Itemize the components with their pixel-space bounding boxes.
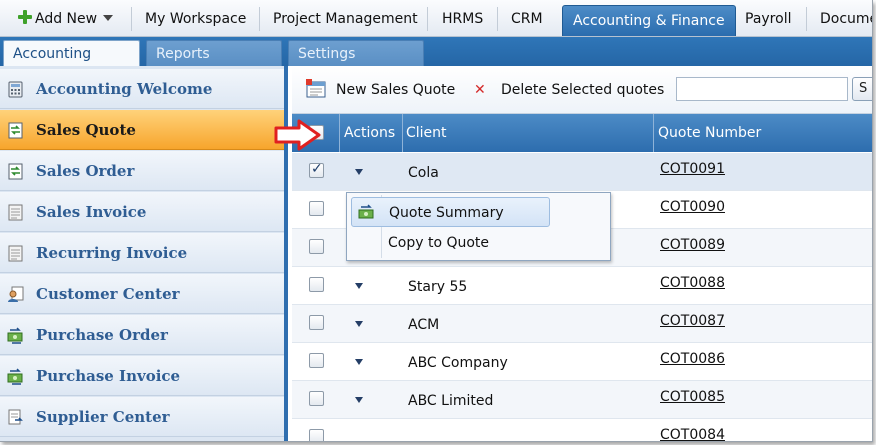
callout-arrow-icon <box>274 119 321 151</box>
chevron-down-icon <box>103 15 114 21</box>
quote-number-link[interactable]: COT0087 <box>660 305 725 343</box>
document-icon <box>8 204 23 221</box>
sidebar-item-purchase-order[interactable]: Purchase Order <box>0 315 284 355</box>
money-arrows-icon <box>358 204 374 219</box>
client-cell: ABC Limited <box>408 393 494 409</box>
sidebar-item-sales-quote[interactable]: Sales Quote <box>0 110 284 150</box>
new-document-icon <box>306 79 326 98</box>
app-window: Add New My Workspace Project Management … <box>0 0 873 442</box>
row-checkbox[interactable] <box>309 429 324 441</box>
search-button[interactable]: S <box>852 77 872 101</box>
divider <box>427 7 428 31</box>
actions-dropdown-icon[interactable] <box>355 359 363 365</box>
sidebar-item-accounting-welcome[interactable]: Accounting Welcome <box>0 69 284 109</box>
plus-icon <box>17 9 33 25</box>
actions-dropdown-icon[interactable] <box>355 321 363 327</box>
client-cell: Cola <box>408 165 439 181</box>
sidebar-item-sales-invoice[interactable]: Sales Invoice <box>0 192 284 232</box>
row-checkbox[interactable] <box>309 201 324 216</box>
client-cell: ABC Company <box>408 355 508 371</box>
document-arrows-icon <box>8 163 23 180</box>
divider <box>497 7 498 31</box>
sidebar-item-label: Sales Quote <box>36 121 136 139</box>
calculator-icon <box>8 81 23 98</box>
sidebar-item-supplier-center[interactable]: Supplier Center <box>0 397 284 437</box>
column-header-quote-number[interactable]: Quote Number <box>658 114 761 152</box>
sidebar: Accounting Welcome Sales Quote Sales Ord… <box>0 66 288 441</box>
sidebar-item-label: Recurring Invoice <box>36 244 188 262</box>
money-arrows-icon <box>7 327 23 344</box>
customer-icon <box>8 286 24 302</box>
row-checkbox[interactable] <box>309 161 324 178</box>
menu-item-copy-to-quote[interactable]: Copy to Quote <box>351 228 550 258</box>
toolbar: New Sales Quote ✕ Delete Selected quotes… <box>292 66 872 114</box>
actions-dropdown-icon[interactable] <box>355 283 363 289</box>
column-header-client[interactable]: Client <box>406 114 447 152</box>
sidebar-item-label: Purchase Order <box>36 326 168 344</box>
row-checkbox[interactable] <box>309 391 324 406</box>
quote-number-link[interactable]: COT0091 <box>660 153 725 191</box>
table-row[interactable]: ABC Company COT0086 <box>292 343 872 381</box>
table-row[interactable]: ACM COT0087 <box>292 305 872 343</box>
divider <box>806 7 807 31</box>
tab-documents[interactable]: Docume <box>820 0 872 36</box>
divider <box>259 7 260 31</box>
sidebar-item-label: Sales Order <box>36 162 135 180</box>
money-arrows-icon <box>7 368 23 385</box>
divider <box>402 114 403 152</box>
tab-settings[interactable]: Settings <box>288 40 424 66</box>
sidebar-item-label: Accounting Welcome <box>36 80 213 98</box>
table-row[interactable]: ABC Limited COT0085 <box>292 381 872 419</box>
tab-reports[interactable]: Reports <box>146 40 282 66</box>
sidebar-item-label: Supplier Center <box>36 408 170 426</box>
client-cell: Stary 55 <box>408 279 468 295</box>
divider <box>653 114 654 152</box>
search-input[interactable] <box>676 77 848 101</box>
column-header-actions[interactable]: Actions <box>344 114 395 152</box>
row-checkbox[interactable] <box>309 239 324 254</box>
quote-number-link[interactable]: COT0084 <box>660 419 725 441</box>
table-row[interactable]: COT0084 <box>292 419 872 441</box>
tab-accounting-finance[interactable]: Accounting & Finance <box>562 5 736 36</box>
top-nav: Add New My Workspace Project Management … <box>0 0 872 37</box>
row-checkbox[interactable] <box>309 277 324 292</box>
sidebar-item-sales-order[interactable]: Sales Order <box>0 151 284 191</box>
add-new-button[interactable]: Add New <box>17 0 114 36</box>
sidebar-item-purchase-invoice[interactable]: Purchase Invoice <box>0 356 284 396</box>
delete-x-icon: ✕ <box>474 82 486 98</box>
sidebar-item-label: Sales Invoice <box>36 203 147 221</box>
tab-payroll[interactable]: Payroll <box>745 0 791 36</box>
table-row[interactable]: Stary 55 COT0088 <box>292 267 872 305</box>
sub-tab-bar: Accounting Reports Settings <box>0 37 872 66</box>
tab-hrms[interactable]: HRMS <box>442 0 483 36</box>
divider <box>339 114 340 152</box>
sidebar-item-label: Purchase Invoice <box>36 367 181 385</box>
quote-number-link[interactable]: COT0088 <box>660 267 725 305</box>
grid-header: Actions Client Quote Number <box>292 114 872 152</box>
sidebar-item-label: Customer Center <box>36 285 180 303</box>
actions-popup-menu: Quote Summary Copy to Quote <box>346 192 611 261</box>
actions-dropdown-icon[interactable] <box>355 397 363 403</box>
tab-project-management[interactable]: Project Management <box>273 0 418 36</box>
sidebar-item-customer-center[interactable]: Customer Center <box>0 274 284 314</box>
client-cell: ACM <box>408 317 440 333</box>
table-row[interactable]: Cola COT0091 <box>292 153 872 191</box>
supplier-icon <box>8 409 24 426</box>
document-icon <box>8 245 23 262</box>
quote-number-link[interactable]: COT0090 <box>660 191 725 229</box>
menu-item-quote-summary[interactable]: Quote Summary <box>351 197 550 227</box>
row-checkbox[interactable] <box>309 353 324 368</box>
tab-my-workspace[interactable]: My Workspace <box>145 0 246 36</box>
quote-number-link[interactable]: COT0089 <box>660 229 725 267</box>
quote-number-link[interactable]: COT0085 <box>660 381 725 419</box>
sidebar-item-recurring-invoice[interactable]: Recurring Invoice <box>0 233 284 273</box>
quote-number-link[interactable]: COT0086 <box>660 343 725 381</box>
row-checkbox[interactable] <box>309 315 324 330</box>
divider <box>131 7 132 31</box>
actions-dropdown-icon[interactable] <box>355 169 363 175</box>
document-arrows-icon <box>8 122 23 139</box>
tab-crm[interactable]: CRM <box>511 0 543 36</box>
tab-accounting[interactable]: Accounting <box>3 40 140 66</box>
